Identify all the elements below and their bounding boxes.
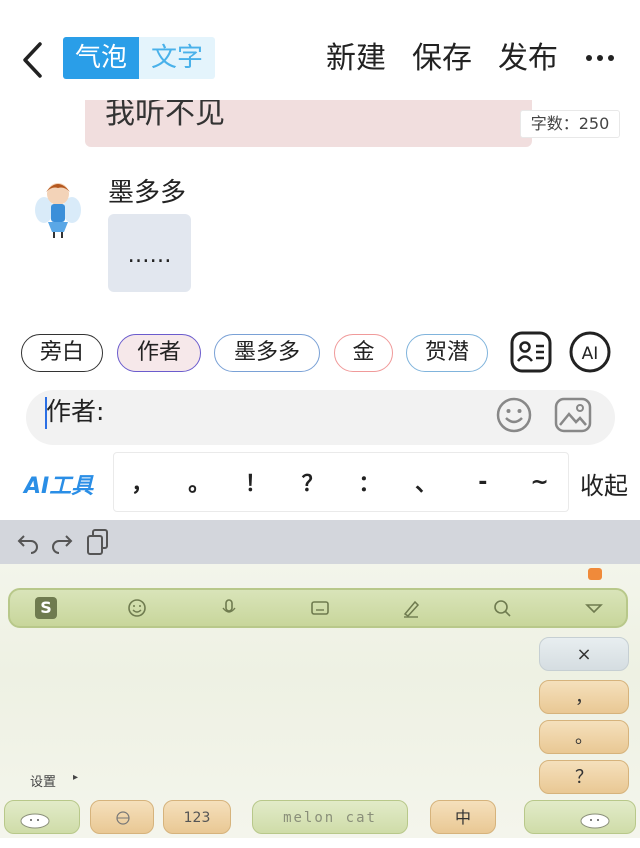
- role-chip-narrator[interactable]: 旁白: [21, 334, 103, 372]
- punct-key[interactable]: ~: [520, 470, 560, 495]
- redo-icon[interactable]: [50, 530, 74, 554]
- language-switch-key[interactable]: 中: [430, 800, 496, 834]
- question-key[interactable]: ？: [539, 760, 629, 794]
- collapse-button[interactable]: 收起: [580, 466, 628, 501]
- chevron-down-icon[interactable]: [583, 597, 605, 619]
- chevron-left-icon[interactable]: [20, 40, 46, 80]
- speaker-name: 墨多多: [108, 178, 187, 208]
- enter-key[interactable]: [524, 800, 636, 834]
- comma-key[interactable]: ，: [539, 680, 629, 714]
- message-text: 我听不见: [105, 100, 225, 131]
- char-count-badge: 字数：250: [520, 110, 620, 138]
- keyboard-icon[interactable]: [309, 597, 331, 619]
- punct-key[interactable]: 。: [179, 466, 219, 498]
- cat-sticker-icon: [588, 568, 602, 580]
- mode-segmented-control: 气泡 文字: [63, 37, 215, 79]
- delete-key[interactable]: ×: [539, 637, 629, 671]
- image-icon[interactable]: [554, 397, 592, 433]
- role-chip-jin[interactable]: 金: [334, 334, 393, 372]
- space-key[interactable]: melon cat: [252, 800, 408, 834]
- punct-key[interactable]: 、: [406, 466, 446, 498]
- punct-key[interactable]: ！: [236, 466, 276, 498]
- tab-text[interactable]: 文字: [139, 37, 215, 79]
- settings-link[interactable]: 设置: [30, 771, 56, 790]
- contact-card-icon[interactable]: [510, 331, 552, 373]
- punct-key[interactable]: ，: [122, 466, 162, 498]
- ai-icon[interactable]: AI: [569, 331, 611, 373]
- chevron-right-icon: ▸: [73, 772, 79, 783]
- new-button[interactable]: 新建: [326, 38, 386, 80]
- punct-key[interactable]: ？: [293, 466, 333, 498]
- save-button[interactable]: 保存: [412, 38, 472, 80]
- punct-key[interactable]: -: [463, 470, 503, 495]
- tab-bubble[interactable]: 气泡: [63, 37, 139, 79]
- punct-key[interactable]: ：: [349, 466, 389, 498]
- role-chip-author[interactable]: 作者: [117, 334, 201, 372]
- emoji-icon[interactable]: [496, 397, 532, 433]
- microphone-icon[interactable]: [218, 597, 240, 619]
- clipboard-icon[interactable]: [86, 528, 110, 556]
- message-input-value[interactable]: 作者:: [46, 396, 104, 428]
- publish-button[interactable]: 发布: [498, 38, 558, 80]
- avatar[interactable]: [24, 174, 92, 242]
- punctuation-bar: ， 。 ！ ？ ： 、 - ~: [113, 452, 569, 512]
- sogou-logo-icon[interactable]: S: [35, 597, 57, 619]
- globe-key[interactable]: [90, 800, 154, 834]
- emoji-icon[interactable]: [126, 597, 148, 619]
- ai-tools-button[interactable]: AI工具: [24, 468, 93, 500]
- message-bubble[interactable]: ……: [108, 214, 191, 292]
- period-key[interactable]: 。: [539, 720, 629, 754]
- message-bubble[interactable]: 我听不见: [85, 100, 532, 147]
- undo-icon[interactable]: [16, 530, 40, 554]
- more-dots-icon[interactable]: [585, 48, 615, 68]
- role-chip-heqian[interactable]: 贺潜: [406, 334, 488, 372]
- search-icon[interactable]: [491, 597, 513, 619]
- handwriting-icon[interactable]: [400, 597, 422, 619]
- number-key[interactable]: 123: [163, 800, 231, 834]
- symbol-key[interactable]: [4, 800, 80, 834]
- role-chip-moduoduo[interactable]: 墨多多: [214, 334, 320, 372]
- svg-text:AI: AI: [582, 344, 599, 364]
